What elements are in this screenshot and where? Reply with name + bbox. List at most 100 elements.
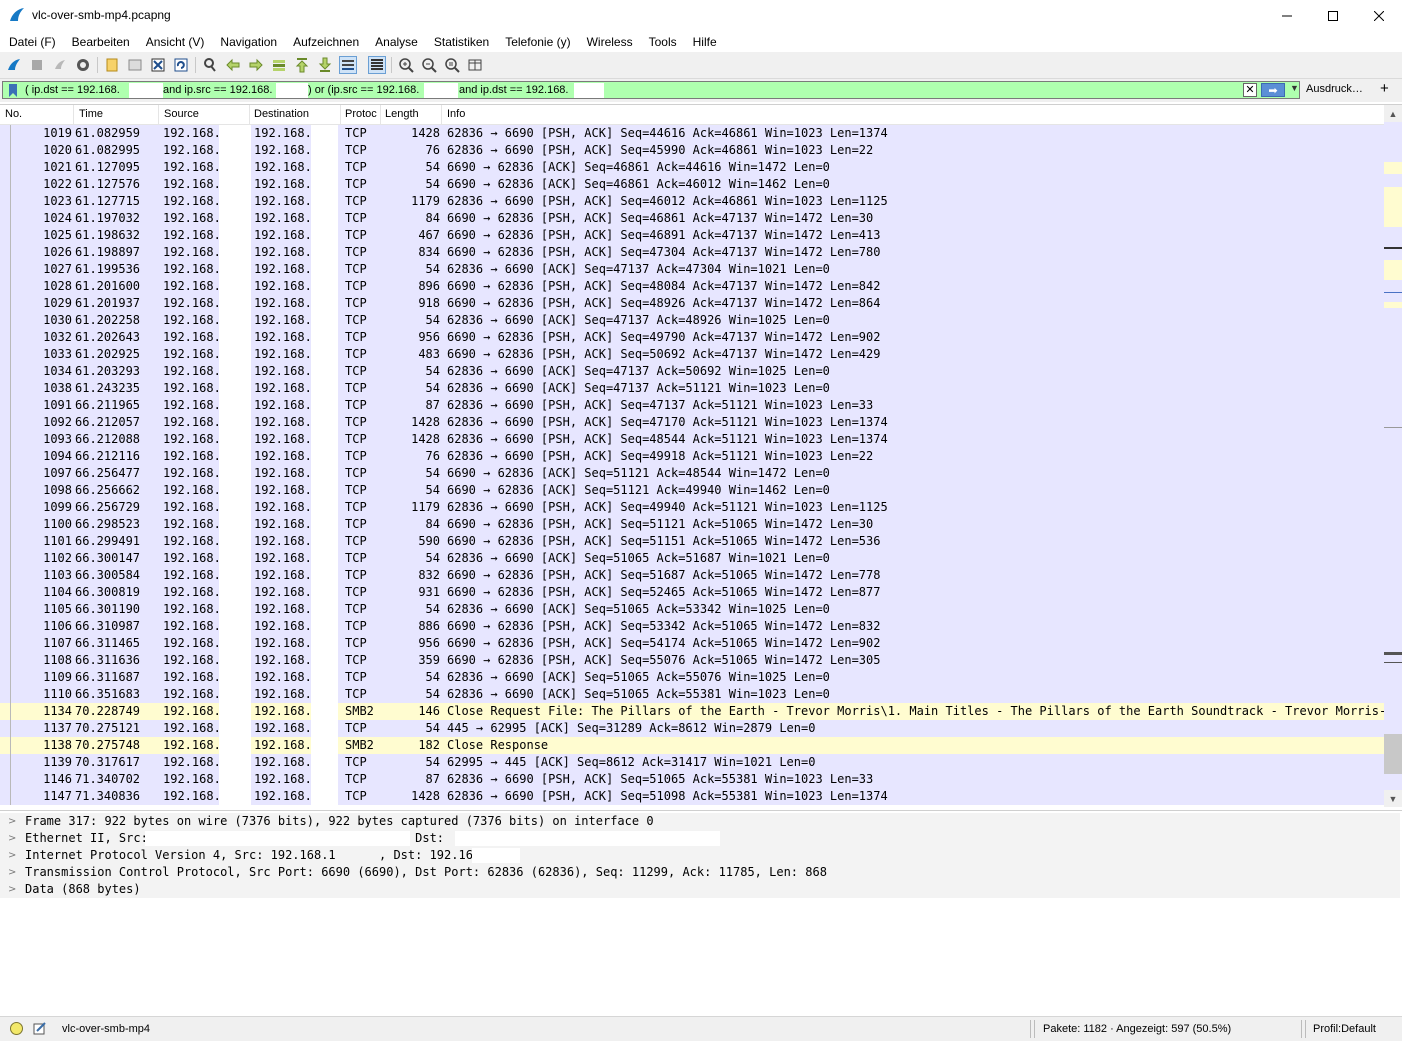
packet-row[interactable]: 1038 61.243235 192.168. 192.168. TCP 54 62836 … [0, 380, 1384, 397]
restart-capture-button[interactable] [51, 56, 69, 74]
menu-hilfe[interactable]: Hilfe [685, 35, 725, 49]
autoscroll-button[interactable] [339, 56, 357, 74]
chevron-right-icon[interactable]: > [8, 881, 16, 898]
packet-row[interactable]: 1099 66.256729 192.168. 192.168. TCP 1179 6283… [0, 499, 1384, 516]
packet-row[interactable]: 1109 66.311687 192.168. 192.168. TCP 54 62836 … [0, 669, 1384, 686]
packet-row[interactable]: 1092 66.212057 192.168. 192.168. TCP 1428 6283… [0, 414, 1384, 431]
zoom-out-button[interactable] [420, 56, 438, 74]
detail-row-tcp[interactable]: > Transmission Control Protocol, Src Por… [0, 864, 1400, 881]
ready-indicator-icon[interactable] [10, 1022, 23, 1035]
menu-tools[interactable]: Tools [641, 35, 685, 49]
packet-row[interactable]: 1147 71.340836 192.168. 192.168. TCP 1428 6283… [0, 788, 1384, 805]
minimize-button[interactable] [1264, 0, 1310, 31]
detail-row-ipv4[interactable]: > Internet Protocol Version 4, Src: 192.… [0, 847, 1400, 864]
packet-row[interactable]: 1098 66.256662 192.168. 192.168. TCP 54 6690 →… [0, 482, 1384, 499]
find-packet-button[interactable] [201, 56, 219, 74]
packet-row[interactable]: 1019 61.082959 192.168. 192.168. TCP 1428 6283… [0, 125, 1384, 142]
capture-options-button[interactable] [74, 56, 92, 74]
packet-row[interactable]: 1026 61.198897 192.168. 192.168. TCP 834 6690 … [0, 244, 1384, 261]
packet-row[interactable]: 1033 61.202925 192.168. 192.168. TCP 483 6690 … [0, 346, 1384, 363]
reload-button[interactable] [172, 56, 190, 74]
column-separator[interactable] [441, 105, 442, 124]
packet-row[interactable]: 1103 66.300584 192.168. 192.168. TCP 832 6690 … [0, 567, 1384, 584]
apply-filter-button[interactable]: ➡ [1261, 83, 1285, 97]
start-capture-button[interactable] [5, 56, 23, 74]
packet-row[interactable]: 1020 61.082995 192.168. 192.168. TCP 76 62836 … [0, 142, 1384, 159]
chevron-down-icon[interactable]: ▼ [1290, 83, 1299, 93]
column-separator[interactable] [340, 105, 341, 124]
packet-row[interactable]: 1027 61.199536 192.168. 192.168. TCP 54 62836 … [0, 261, 1384, 278]
edit-comment-icon[interactable] [33, 1021, 47, 1035]
colorize-button[interactable] [368, 56, 386, 74]
chevron-right-icon[interactable]: > [8, 864, 16, 881]
column-header-length[interactable]: Length [385, 108, 419, 120]
packet-row[interactable]: 1028 61.201600 192.168. 192.168. TCP 896 6690 … [0, 278, 1384, 295]
zoom-in-button[interactable] [397, 56, 415, 74]
menu-datei[interactable]: Datei (F) [0, 35, 64, 49]
column-separator[interactable] [158, 105, 159, 124]
packet-row[interactable]: 1097 66.256477 192.168. 192.168. TCP 54 6690 →… [0, 465, 1384, 482]
resize-columns-button[interactable] [466, 56, 484, 74]
packet-row[interactable]: 1102 66.300147 192.168. 192.168. TCP 54 62836 … [0, 550, 1384, 567]
detail-row-data[interactable]: > Data (868 bytes) [0, 881, 1400, 898]
packet-row[interactable]: 1023 61.127715 192.168. 192.168. TCP 1179 6283… [0, 193, 1384, 210]
stop-capture-button[interactable] [28, 56, 46, 74]
packet-row[interactable]: 1106 66.310987 192.168. 192.168. TCP 886 6690 … [0, 618, 1384, 635]
packet-row[interactable]: 1137 70.275121 192.168. 192.168. TCP 54 445 → … [0, 720, 1384, 737]
menu-analyse[interactable]: Analyse [367, 35, 426, 49]
clear-filter-icon[interactable]: ✕ [1243, 83, 1257, 97]
add-filter-button[interactable]: + [1380, 80, 1389, 97]
packet-row[interactable]: 1024 61.197032 192.168. 192.168. TCP 84 6690 →… [0, 210, 1384, 227]
packet-row[interactable]: 1107 66.311465 192.168. 192.168. TCP 956 6690 … [0, 635, 1384, 652]
open-file-button[interactable] [103, 56, 121, 74]
column-header-no[interactable]: No. [5, 108, 22, 120]
column-header-protocol[interactable]: Protoc [345, 108, 377, 120]
menu-wireless[interactable]: Wireless [579, 35, 641, 49]
menu-statistiken[interactable]: Statistiken [426, 35, 497, 49]
column-header-destination[interactable]: Destination [254, 108, 309, 120]
zoom-reset-button[interactable] [443, 56, 461, 74]
menu-navigation[interactable]: Navigation [212, 35, 285, 49]
go-first-button[interactable] [293, 56, 311, 74]
go-to-packet-button[interactable] [270, 56, 288, 74]
profile-status[interactable]: Profil:Default [1313, 1023, 1376, 1035]
packet-row[interactable]: 1030 61.202258 192.168. 192.168. TCP 54 62836 … [0, 312, 1384, 329]
packet-row[interactable]: 1021 61.127095 192.168. 192.168. TCP 54 6690 →… [0, 159, 1384, 176]
menu-aufzeichnen[interactable]: Aufzeichnen [285, 35, 367, 49]
detail-row-ethernet[interactable]: > Ethernet II, Src: , Dst: [0, 830, 1400, 847]
go-last-button[interactable] [316, 56, 334, 74]
packet-row[interactable]: 1138 70.275748 192.168. 192.168. SMB2 182 Clos… [0, 737, 1384, 754]
go-back-button[interactable] [224, 56, 242, 74]
column-header-info[interactable]: Info [447, 108, 465, 120]
maximize-button[interactable] [1310, 0, 1356, 31]
go-forward-button[interactable] [247, 56, 265, 74]
column-header-source[interactable]: Source [164, 108, 199, 120]
chevron-right-icon[interactable]: > [8, 847, 16, 864]
packet-row[interactable]: 1094 66.212116 192.168. 192.168. TCP 76 62836 … [0, 448, 1384, 465]
detail-row-frame[interactable]: > Frame 317: 922 bytes on wire (7376 bit… [0, 813, 1400, 830]
close-file-button[interactable] [149, 56, 167, 74]
packet-row[interactable]: 1105 66.301190 192.168. 192.168. TCP 54 62836 … [0, 601, 1384, 618]
packet-list-scrollbar[interactable]: ▲ ▼ [1384, 105, 1402, 807]
menu-telefonie[interactable]: Telefonie (y) [497, 35, 578, 49]
packet-row[interactable]: 1091 66.211965 192.168. 192.168. TCP 87 62836 … [0, 397, 1384, 414]
close-window-button[interactable] [1356, 0, 1402, 31]
packet-row[interactable]: 1110 66.351683 192.168. 192.168. TCP 54 62836 … [0, 686, 1384, 703]
packet-row[interactable]: 1146 71.340702 192.168. 192.168. TCP 87 62836 … [0, 771, 1384, 788]
packet-row[interactable]: 1022 61.127576 192.168. 192.168. TCP 54 6690 →… [0, 176, 1384, 193]
chevron-right-icon[interactable]: > [8, 813, 16, 830]
packet-row[interactable]: 1093 66.212088 192.168. 192.168. TCP 1428 6283… [0, 431, 1384, 448]
column-separator[interactable] [249, 105, 250, 124]
menu-bearbeiten[interactable]: Bearbeiten [64, 35, 138, 49]
expression-button[interactable]: Ausdruck… [1306, 83, 1363, 95]
chevron-right-icon[interactable]: > [8, 830, 16, 847]
display-filter-input[interactable]: ( ip.dst == 192.168. and ip.src == 192.1… [2, 81, 1300, 99]
column-separator[interactable] [73, 105, 74, 124]
column-header-time[interactable]: Time [79, 108, 103, 120]
column-separator[interactable] [380, 105, 381, 124]
packet-row[interactable]: 1029 61.201937 192.168. 192.168. TCP 918 6690 … [0, 295, 1384, 312]
packet-row[interactable]: 1139 70.317617 192.168. 192.168. TCP 54 62995 … [0, 754, 1384, 771]
packet-row[interactable]: 1025 61.198632 192.168. 192.168. TCP 467 6690 … [0, 227, 1384, 244]
menu-ansicht[interactable]: Ansicht (V) [138, 35, 213, 49]
bookmark-icon[interactable] [6, 83, 20, 98]
